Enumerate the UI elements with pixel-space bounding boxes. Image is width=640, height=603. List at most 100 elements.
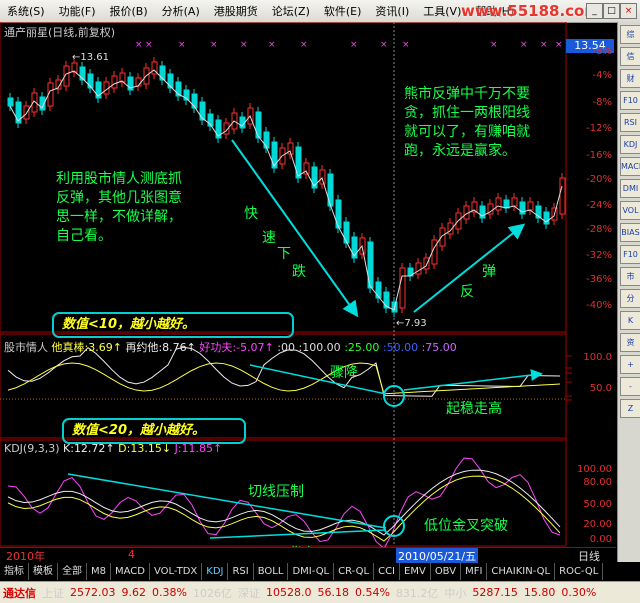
menu-function[interactable]: 功能(F) — [52, 3, 103, 19]
time-cursor: 2010/05/21/五 — [396, 548, 479, 564]
kdj-divergence-line — [209, 529, 387, 539]
price-axis-tick: -8% — [592, 97, 612, 108]
marker-star: × — [145, 40, 153, 50]
indicator-tab-mfi[interactable]: MFI — [461, 563, 488, 580]
indicator-tab-模板[interactable]: 模板 — [29, 563, 58, 580]
toolbar-button-7[interactable]: DMI — [620, 179, 640, 198]
toolbar-button-11[interactable]: 市 — [620, 267, 640, 286]
menu-analysis[interactable]: 分析(A) — [155, 3, 207, 19]
price-axis-tick: -32% — [586, 250, 612, 261]
marker-star: × — [135, 40, 143, 50]
menu-forum[interactable]: 论坛(Z) — [265, 3, 317, 19]
candle-body — [511, 197, 518, 207]
zx-change: 15.80 — [523, 586, 556, 599]
price-axis-tick: -28% — [586, 224, 612, 235]
time-year: 2010年 — [6, 550, 45, 563]
menu-quote[interactable]: 报价(B) — [103, 3, 155, 19]
label-down: 下 — [277, 246, 291, 262]
price-axis-tick: -4% — [592, 70, 612, 81]
price-axis-tick: -8% — [592, 46, 612, 57]
high-price-label: ←13.61 — [72, 52, 110, 63]
candle-body — [559, 177, 566, 215]
indicator-tab-emv[interactable]: EMV — [400, 563, 431, 580]
indicator-tab-cci[interactable]: CCI — [374, 563, 401, 580]
menu-news[interactable]: 资讯(I) — [368, 3, 416, 19]
ind1-trend-up — [403, 369, 543, 391]
indicator1-extra-1: :00 — [277, 341, 295, 354]
sz-amount: 831.2亿 — [395, 586, 439, 600]
indicator-tab-全部[interactable]: 全部 — [58, 563, 87, 580]
label-steady: 起稳走高 — [446, 401, 502, 417]
indicator-tab-macd[interactable]: MACD — [111, 563, 150, 580]
maximize-button[interactable]: □ — [603, 3, 620, 19]
indicator1-item-3: 好功夫:-5.07↑ — [199, 341, 274, 354]
label-tangent: 切线压制 — [248, 484, 304, 500]
candle-body — [527, 201, 534, 211]
sh-change: 9.62 — [121, 586, 147, 599]
marker-star: × — [210, 40, 218, 50]
toolbar-button-15[interactable]: + — [620, 355, 640, 374]
toolbar-button-13[interactable]: K — [620, 311, 640, 330]
sh-value: 2572.03 — [70, 586, 116, 599]
price-axis-tick: -20% — [586, 174, 612, 185]
indicator-tab-kdj[interactable]: KDJ — [202, 563, 229, 580]
toolbar-button-0[interactable]: 综 — [620, 25, 640, 44]
time-period: 日线 — [578, 550, 600, 563]
toolbar-button-1[interactable]: 信 — [620, 47, 640, 66]
indicator1-extra-3: :25.00 — [344, 341, 380, 354]
toolbar-button-8[interactable]: VOL — [620, 201, 640, 220]
watermark-text: www.55188.com — [460, 2, 600, 20]
toolbar-button-12[interactable]: 分 — [620, 289, 640, 308]
indicator-tab-rsi[interactable]: RSI — [228, 563, 254, 580]
toolbar-button-2[interactable]: 财 — [620, 69, 640, 88]
candle-body — [199, 101, 206, 121]
close-button[interactable]: × — [620, 3, 637, 19]
zx-pct: 0.30% — [561, 586, 597, 599]
toolbar-button-3[interactable]: F10 — [620, 91, 640, 110]
minimize-button[interactable]: _ — [586, 3, 603, 19]
indicator-tab-dmi-ql[interactable]: DMI-QL — [288, 563, 335, 580]
annotation-left: 利用股市情人测底抓 反弹，其他几张图意 思一样，不做详解， 自己看。 — [56, 171, 182, 244]
toolbar-button-6[interactable]: MACD — [620, 157, 640, 176]
indicator1-name: 股市情人 — [4, 341, 48, 354]
hint-box-1: 数值<10，越小越好。 — [52, 312, 294, 338]
toolbar-button-4[interactable]: RSI — [620, 113, 640, 132]
label-fast: 快 — [244, 206, 258, 222]
indicator2-header: KDJ(9,3,3) K:12.72↑ D:13.15↓ J:11.85↑ — [4, 442, 222, 455]
toolbar-button-16[interactable]: - — [620, 377, 640, 396]
indicator1-extra-4: :50.00 — [382, 341, 419, 354]
menu-hk-futures[interactable]: 港股期货 — [207, 3, 265, 19]
indicator-tab-vol-tdx[interactable]: VOL-TDX — [150, 563, 203, 580]
hint-box-2: 数值<20，越小越好。 — [62, 418, 246, 444]
candle-body — [15, 101, 22, 124]
toolbar-button-5[interactable]: KDJ — [620, 135, 640, 154]
label-drop: 跌 — [292, 264, 306, 280]
marker-star: × — [178, 40, 186, 50]
indicator-tab-boll[interactable]: BOLL — [254, 563, 289, 580]
indicator-tab-指标[interactable]: 指标 — [0, 563, 29, 580]
marker-star: × — [402, 40, 410, 50]
candle-body — [383, 291, 390, 309]
indicator-tab-chaikin-ql[interactable]: CHAIKIN-QL — [487, 563, 556, 580]
status-bar: 通达信 上证 2572.03 9.62 0.38% 1026亿 深证 10528… — [0, 581, 640, 603]
marker-star: × — [520, 40, 528, 50]
menu-software[interactable]: 软件(E) — [317, 3, 369, 19]
indicator-tab-cr-ql[interactable]: CR-QL — [334, 563, 375, 580]
time-month: 4 — [128, 548, 135, 561]
marker-star: × — [540, 40, 548, 50]
sh-label: 上证 — [42, 586, 64, 600]
indicator-tab-roc-ql[interactable]: ROC-QL — [555, 563, 604, 580]
toolbar-button-10[interactable]: F10 — [620, 245, 640, 264]
sz-pct: 0.54% — [354, 586, 390, 599]
indicator1-header: 股市情人 他真棒:3.69↑ 再约他:8.76↑ 好功夫:-5.07↑ :00 … — [4, 339, 457, 355]
indicator-tab-m8[interactable]: M8 — [87, 563, 111, 580]
ind2-axis-80: 80.00 — [583, 477, 612, 488]
toolbar-button-14[interactable]: 资 — [620, 333, 640, 352]
brand-label: 通达信 — [3, 586, 36, 600]
time-axis: 2010年 4 2010/05/21/五 日线 — [0, 547, 616, 564]
ind1-trend-down — [249, 364, 387, 395]
toolbar-button-9[interactable]: BIAS — [620, 223, 640, 242]
indicator-tab-obv[interactable]: OBV — [431, 563, 462, 580]
menu-system[interactable]: 系统(S) — [0, 3, 52, 19]
toolbar-button-17[interactable]: Z — [620, 399, 640, 418]
